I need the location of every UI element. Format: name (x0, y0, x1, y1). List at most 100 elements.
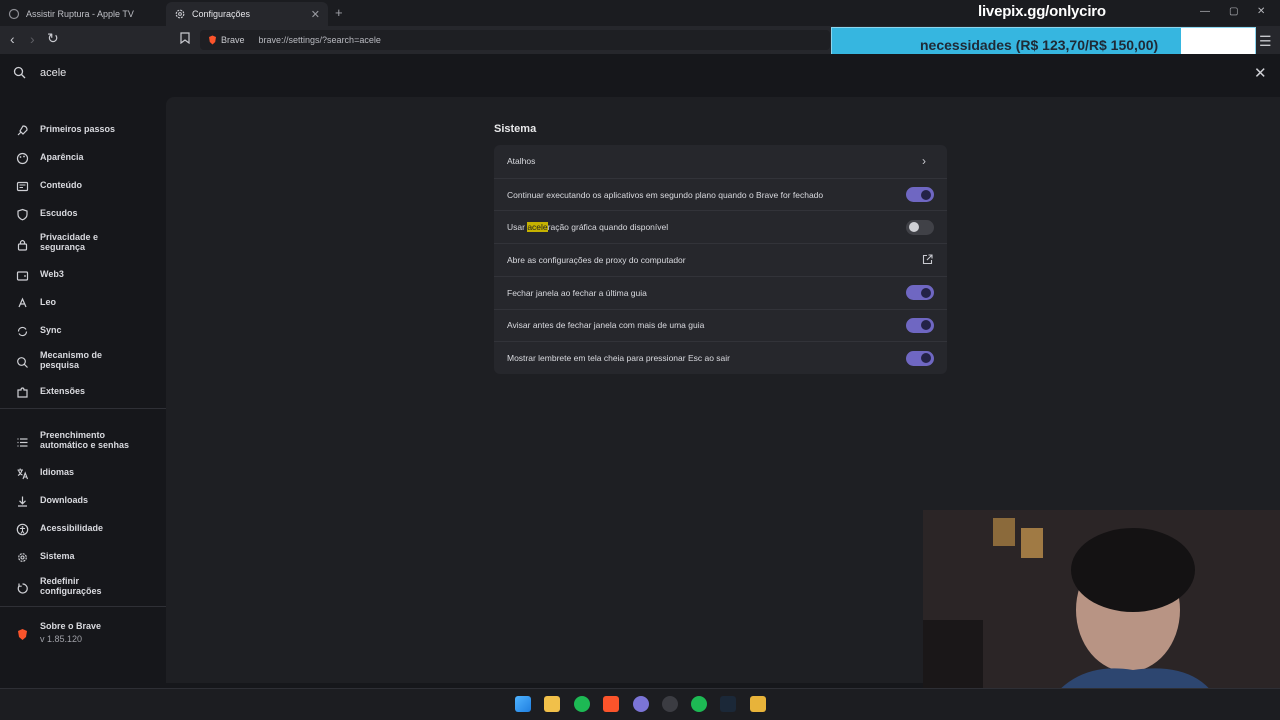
address-bar[interactable]: Brave brave://settings/?search=acele (200, 30, 830, 50)
discord-icon[interactable] (633, 696, 649, 712)
reload-button[interactable]: ↻ (47, 30, 59, 47)
sidebar-item[interactable]: Sistema (0, 549, 166, 565)
sidebar-item[interactable]: Extensões (0, 384, 166, 400)
new-tab-button[interactable]: + (335, 5, 343, 20)
forward-button[interactable]: › (30, 31, 35, 47)
sidebar-item[interactable]: Redefinir configurações (0, 576, 166, 596)
sidebar-item[interactable]: Downloads (0, 493, 166, 509)
sidebar-item[interactable]: Leo (0, 295, 166, 311)
settings-row[interactable]: Atalhos › (494, 145, 947, 178)
chevron-right-icon: › (922, 154, 926, 169)
toggle-knob (921, 189, 931, 200)
shield-icon (17, 208, 28, 220)
external-link-icon (922, 254, 933, 265)
sidebar-item[interactable]: Escudos (0, 206, 166, 222)
settings-row: Mostrar lembrete em tela cheia para pres… (494, 341, 947, 374)
lock-icon (17, 239, 28, 251)
search-icon (13, 66, 26, 79)
sidebar-item[interactable]: Acessibilidade (0, 521, 166, 537)
sidebar-item-label: Sistema (40, 551, 75, 561)
settings-card: Atalhos › Continuar executando os aplicati… (494, 145, 947, 374)
sidebar-item[interactable]: Conteúdo (0, 178, 166, 194)
toggle-knob (921, 353, 931, 364)
tab-apple-tv[interactable]: Assistir Ruptura - Apple TV (0, 2, 166, 26)
sidebar-item-label: Primeiros passos (40, 124, 116, 134)
puzzle-icon (17, 386, 28, 398)
sidebar-item[interactable]: Mecanismo de pesquisa (0, 350, 166, 370)
tab-settings[interactable]: Configurações ✕ (166, 2, 328, 26)
content-icon (16, 181, 29, 191)
language-icon (17, 468, 29, 479)
sidebar-divider (0, 606, 166, 607)
clear-search-icon[interactable]: ✕ (1254, 64, 1267, 82)
toggle-switch[interactable] (906, 219, 934, 235)
sidebar-item-label: Privacidade e segurança (40, 232, 99, 252)
settings-row-label: Avisar antes de fechar janela com mais d… (507, 320, 705, 331)
version-label: v 1.85.120 (40, 633, 83, 644)
close-window-button[interactable]: ✕ (1257, 6, 1265, 17)
wallet-icon (16, 270, 29, 281)
main-panel-right (923, 97, 1280, 510)
spotify-icon[interactable] (574, 696, 590, 712)
accessibility-icon (16, 523, 29, 535)
loading-icon (8, 8, 20, 20)
goal-text: necessidades (R$ 123,70/R$ 150,00) (920, 37, 1159, 53)
sidebar-item[interactable]: Primeiros passos (0, 122, 166, 138)
sidebar-item[interactable]: Privacidade e segurança (0, 232, 166, 252)
sidebar-item[interactable]: Sync (0, 323, 166, 339)
close-tab-icon[interactable]: ✕ (311, 8, 320, 21)
settings-row[interactable]: Abre as configurações de proxy do comput… (494, 243, 947, 276)
settings-row-label: Fechar janela ao fechar a última guia (507, 287, 647, 298)
brave-browser-icon[interactable] (603, 696, 619, 712)
toggle-switch[interactable] (906, 285, 934, 301)
sidebar-item-label: Leo (40, 297, 57, 307)
sidebar-item-label: Idiomas (40, 467, 75, 477)
palette-icon (16, 152, 29, 164)
toggle-switch[interactable] (906, 187, 934, 203)
brave-shield-chip[interactable]: Brave (208, 35, 245, 45)
sidebar-item-label: Sync (40, 325, 62, 335)
toggle-switch[interactable] (906, 317, 934, 333)
maximize-button[interactable]: ▢ (1229, 6, 1238, 17)
hamburger-menu-icon[interactable]: ☰ (1259, 33, 1272, 50)
sidebar-item-label: Preenchimento automático e senhas (40, 430, 130, 450)
label-part: ração gráfica quando disponível (547, 222, 669, 233)
windows-start-icon[interactable] (515, 696, 531, 712)
back-button[interactable]: ‹ (10, 31, 15, 47)
url-text: brave://settings/?search=acele (258, 35, 381, 45)
webcam-feed (923, 510, 1280, 711)
reset-icon (17, 582, 28, 594)
taskbar (0, 688, 1280, 720)
settings-row-label: Usar aceleração gráfica quando disponíve… (507, 222, 669, 233)
app-icon-2[interactable] (750, 696, 766, 712)
brave-lion-icon (209, 35, 216, 45)
sidebar-item-label: Conteúdo (40, 180, 82, 190)
sidebar-item[interactable]: Idiomas (0, 465, 166, 481)
settings-row-label: Continuar executando os aplicativos em s… (507, 189, 824, 200)
sidebar-item-label: Mecanismo de pesquisa (40, 350, 103, 370)
sidebar-item-label: Aparência (40, 152, 84, 162)
sidebar-divider (0, 408, 166, 409)
about-label: Sobre o Brave (40, 621, 102, 631)
steam-icon[interactable] (720, 696, 736, 712)
sidebar-item[interactable]: Aparência (0, 150, 166, 166)
spotify-icon-2[interactable] (691, 696, 707, 712)
file-explorer-icon[interactable] (544, 696, 560, 712)
settings-row: Fechar janela ao fechar a última guia (494, 275, 947, 309)
tab-label: Assistir Ruptura - Apple TV (26, 9, 134, 19)
section-title: Sistema (494, 123, 537, 135)
minimize-button[interactable]: — (1200, 6, 1210, 17)
sidebar-item-label: Web3 (40, 269, 64, 279)
settings-sidebar: Primeiros passos Aparência Conteúdo Escudos… (0, 96, 166, 688)
sidebar-item[interactable]: Preenchimento automático e senhas (0, 430, 166, 450)
settings-row-label: Abre as configurações de proxy do comput… (507, 254, 686, 265)
search-input[interactable] (40, 67, 440, 79)
sidebar-item[interactable]: Web3 (0, 267, 166, 283)
rocket-icon (17, 124, 28, 135)
sidebar-item-about[interactable]: Sobre o Brave v 1.85.120 (0, 621, 166, 648)
bookmark-icon[interactable] (180, 31, 190, 47)
sidebar-item-label: Extensões (40, 386, 86, 396)
toggle-switch[interactable] (906, 350, 934, 366)
overlay-handle: livepix.gg/onlyciro (978, 3, 1106, 20)
app-icon[interactable] (662, 696, 678, 712)
